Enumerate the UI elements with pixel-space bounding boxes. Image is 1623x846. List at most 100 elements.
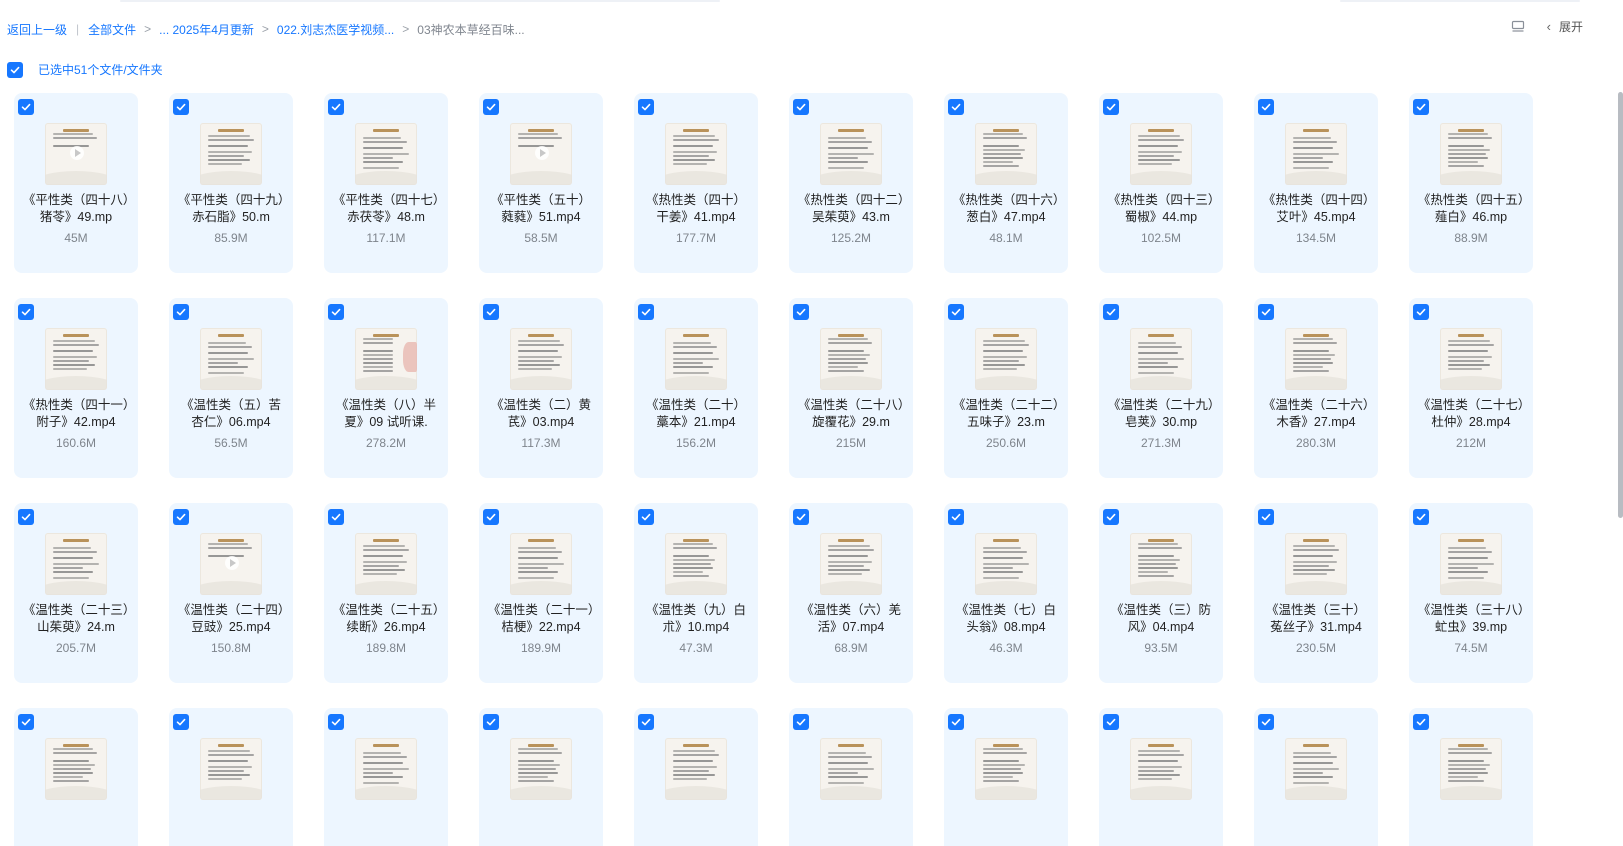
file-card[interactable]: 《温性类（三十）菟丝子》31.mp4 230.5M <box>1254 503 1378 683</box>
file-checkbox[interactable] <box>1103 714 1119 730</box>
file-card[interactable]: 《温性类（二）黄芪》03.mp4 117.3M <box>479 298 603 478</box>
file-checkbox[interactable] <box>948 509 964 525</box>
breadcrumb-item-update[interactable]: ... 2025年4月更新 <box>159 21 254 38</box>
file-checkbox[interactable] <box>1413 509 1429 525</box>
file-card[interactable]: 《温性类（二十八）旋覆花》29.m 215M <box>789 298 913 478</box>
file-card[interactable]: 《温性类（二十）藁本》21.mp4 156.2M <box>634 298 758 478</box>
check-icon <box>21 103 31 111</box>
file-card[interactable]: 《平性类（五十）蕤蕤》51.mp4 58.5M <box>479 93 603 273</box>
file-card[interactable] <box>324 708 448 846</box>
file-checkbox[interactable] <box>18 509 34 525</box>
file-name: 《温性类（七）白头翁》08.mp4 <box>955 603 1056 634</box>
file-card[interactable]: 《温性类（五）苦杏仁》06.mp4 56.5M <box>169 298 293 478</box>
file-card[interactable]: 《平性类（四十七）赤茯苓》48.m 117.1M <box>324 93 448 273</box>
check-icon <box>796 513 806 521</box>
file-checkbox[interactable] <box>18 304 34 320</box>
file-checkbox[interactable] <box>328 99 344 115</box>
file-card[interactable]: 《温性类（六）羌活》07.mp4 68.9M <box>789 503 913 683</box>
file-checkbox[interactable] <box>638 509 654 525</box>
file-card[interactable]: 《热性类（四十六）葱白》47.mp4 48.1M <box>944 93 1068 273</box>
file-checkbox[interactable] <box>638 304 654 320</box>
file-checkbox[interactable] <box>638 714 654 730</box>
file-checkbox[interactable] <box>173 99 189 115</box>
file-card[interactable] <box>1254 708 1378 846</box>
file-card[interactable]: 《热性类（四十五）薤白》46.mp 88.9M <box>1409 93 1533 273</box>
file-card[interactable]: 《温性类（三十八）虻虫》39.mp 74.5M <box>1409 503 1533 683</box>
file-card[interactable]: 《温性类（八）半夏》09 试听课. 278.2M <box>324 298 448 478</box>
file-card[interactable]: 《平性类（四十八）猪苓》49.mp 45M <box>14 93 138 273</box>
breadcrumb-item-all-files[interactable]: 全部文件 <box>88 21 136 38</box>
scrollbar[interactable] <box>1618 92 1623 518</box>
file-checkbox[interactable] <box>1258 304 1274 320</box>
file-card[interactable]: 《温性类（九）白朮》10.mp4 47.3M <box>634 503 758 683</box>
file-checkbox[interactable] <box>793 99 809 115</box>
check-icon <box>1261 103 1271 111</box>
file-card[interactable]: 《温性类（二十六）木香》27.mp4 280.3M <box>1254 298 1378 478</box>
back-link[interactable]: 返回上一级 <box>7 21 67 38</box>
file-checkbox[interactable] <box>1258 714 1274 730</box>
file-card[interactable]: 《温性类（二十七）杜仲》28.mp4 212M <box>1409 298 1533 478</box>
file-card[interactable] <box>789 708 913 846</box>
file-card[interactable]: 《平性类（四十九）赤石脂》50.m 85.9M <box>169 93 293 273</box>
chevron-left-icon[interactable]: ‹ <box>1547 19 1551 34</box>
file-checkbox[interactable] <box>483 304 499 320</box>
file-card[interactable]: 《温性类（二十九）皂荚》30.mp 271.3M <box>1099 298 1223 478</box>
expand-button[interactable]: 展开 <box>1559 18 1583 35</box>
file-card[interactable] <box>479 708 603 846</box>
file-checkbox[interactable] <box>1413 99 1429 115</box>
file-checkbox[interactable] <box>328 509 344 525</box>
file-card[interactable]: 《热性类（四十四）艾叶》45.mp4 134.5M <box>1254 93 1378 273</box>
file-checkbox[interactable] <box>1258 509 1274 525</box>
video-thumbnail <box>820 533 882 595</box>
file-checkbox[interactable] <box>18 99 34 115</box>
file-card[interactable]: 《热性类（四十三）蜀椒》44.mp 102.5M <box>1099 93 1223 273</box>
file-checkbox[interactable] <box>173 714 189 730</box>
file-card[interactable]: 《温性类（二十五）续断》26.mp4 189.8M <box>324 503 448 683</box>
file-card[interactable]: 《温性类（二十四）豆豉》25.mp4 150.8M <box>169 503 293 683</box>
file-checkbox[interactable] <box>483 509 499 525</box>
file-card[interactable]: 《温性类（二十一）桔梗》22.mp4 189.9M <box>479 503 603 683</box>
breadcrumb-item-current: 03神农本草经百味... <box>417 22 525 37</box>
file-card[interactable] <box>169 708 293 846</box>
file-card[interactable] <box>634 708 758 846</box>
file-checkbox[interactable] <box>328 304 344 320</box>
file-card[interactable]: 《热性类（四十一）附子》42.mp4 160.6M <box>14 298 138 478</box>
file-card[interactable] <box>1409 708 1533 846</box>
file-checkbox[interactable] <box>1103 304 1119 320</box>
file-card[interactable]: 《热性类（四十二）吴茱萸》43.m 125.2M <box>789 93 913 273</box>
file-checkbox[interactable] <box>483 714 499 730</box>
file-card[interactable]: 《温性类（二十二）五味子》23.m 250.6M <box>944 298 1068 478</box>
file-checkbox[interactable] <box>948 99 964 115</box>
file-checkbox[interactable] <box>173 509 189 525</box>
file-checkbox[interactable] <box>1258 99 1274 115</box>
file-card[interactable] <box>14 708 138 846</box>
file-checkbox[interactable] <box>483 99 499 115</box>
breadcrumb-item-video-folder[interactable]: 022.刘志杰医学视频... <box>277 21 394 38</box>
video-thumbnail <box>45 738 107 800</box>
file-checkbox[interactable] <box>1103 509 1119 525</box>
file-checkbox[interactable] <box>793 304 809 320</box>
file-checkbox[interactable] <box>948 714 964 730</box>
file-checkbox[interactable] <box>1413 714 1429 730</box>
file-checkbox[interactable] <box>638 99 654 115</box>
file-checkbox[interactable] <box>173 304 189 320</box>
check-icon <box>951 513 961 521</box>
list-view-icon[interactable] <box>1511 20 1525 34</box>
selection-count-label: 已选中51个文件/文件夹 <box>38 63 163 77</box>
check-icon <box>331 103 341 111</box>
file-card[interactable]: 《温性类（七）白头翁》08.mp4 46.3M <box>944 503 1068 683</box>
file-checkbox[interactable] <box>948 304 964 320</box>
file-card[interactable]: 《温性类（三）防风》04.mp4 93.5M <box>1099 503 1223 683</box>
file-card[interactable]: 《热性类（四十）干姜》41.mp4 177.7M <box>634 93 758 273</box>
file-card[interactable] <box>944 708 1068 846</box>
file-name: 《温性类（二十六）木香》27.mp4 <box>1262 398 1370 429</box>
file-card[interactable]: 《温性类（二十三）山茱萸》24.m 205.7M <box>14 503 138 683</box>
file-checkbox[interactable] <box>793 509 809 525</box>
file-checkbox[interactable] <box>328 714 344 730</box>
file-checkbox[interactable] <box>793 714 809 730</box>
file-checkbox[interactable] <box>18 714 34 730</box>
select-all-checkbox[interactable] <box>7 61 23 78</box>
file-checkbox[interactable] <box>1103 99 1119 115</box>
file-checkbox[interactable] <box>1413 304 1429 320</box>
file-card[interactable] <box>1099 708 1223 846</box>
